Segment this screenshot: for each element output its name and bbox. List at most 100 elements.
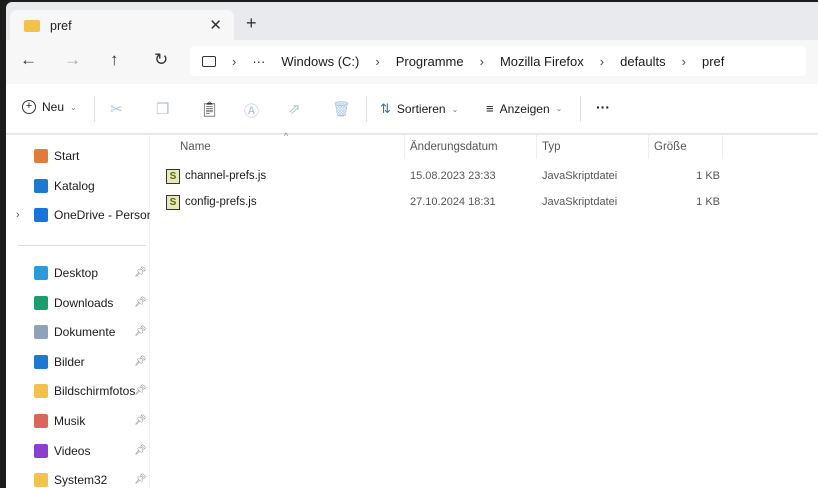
view-button[interactable]: ≡ Anzeigen ⌄ <box>486 101 562 116</box>
pin-icon[interactable]: 📌︎ <box>134 326 147 337</box>
pin-icon[interactable]: 📌︎ <box>134 267 147 278</box>
file-size: 1 KB <box>696 170 720 182</box>
breadcrumb-item[interactable]: Mozilla Firefox <box>500 54 584 69</box>
sidebar-item[interactable]: Desktop <box>34 266 150 280</box>
breadcrumb-item[interactable]: defaults <box>620 54 666 69</box>
chevron-right-icon: › <box>479 53 484 69</box>
folder-icon <box>34 473 48 488</box>
sidebar-item-label: OneDrive - Persona <box>54 208 150 222</box>
rename-icon[interactable]: Ⓐ <box>244 100 259 121</box>
sidebar-item[interactable]: Bildschirmfotos <box>34 384 150 399</box>
video-icon <box>34 443 48 458</box>
pin-icon[interactable]: 📌︎ <box>134 385 147 396</box>
more-options-button[interactable]: ··· <box>596 99 610 115</box>
file-explorer-window: pref ✕ + ← → ↑ ↻ › ··· Windows (C:) › Pr… <box>6 2 818 488</box>
gallery-icon <box>34 178 48 193</box>
share-icon[interactable]: ⇗ <box>288 100 301 118</box>
pin-icon[interactable]: 📌︎ <box>134 445 147 456</box>
chevron-down-icon: ⌄ <box>70 102 77 112</box>
sidebar-item[interactable]: System32 <box>34 473 150 488</box>
address-row: ← → ↑ ↻ › ··· Windows (C:) › Programme ›… <box>6 40 818 84</box>
sidebar-item[interactable]: Start <box>34 149 150 163</box>
sidebar-item[interactable]: Videos <box>34 443 150 458</box>
address-bar[interactable]: › ··· Windows (C:) › Programme › Mozilla… <box>190 46 806 76</box>
breadcrumb-more[interactable]: ··· <box>252 54 265 69</box>
chevron-right-icon: › <box>681 53 686 69</box>
breadcrumb-item[interactable]: Windows (C:) <box>281 54 359 69</box>
sidebar-item[interactable]: Musik <box>34 414 150 428</box>
cut-icon[interactable]: ✂ <box>110 100 123 118</box>
column-header-type[interactable]: Typ <box>542 141 561 153</box>
view-label: Anzeigen <box>499 101 550 116</box>
pin-icon[interactable]: 📌︎ <box>134 356 147 367</box>
download-icon <box>34 295 48 310</box>
sidebar-item-label: Katalog <box>54 178 95 193</box>
desktop-icon <box>34 266 48 280</box>
sidebar-item-label: Bildschirmfotos <box>54 384 136 399</box>
chevron-right-icon: › <box>599 53 605 69</box>
sidebar-item-label: Start <box>54 149 80 163</box>
cloud-icon <box>34 208 48 222</box>
new-tab-button[interactable]: + <box>246 13 257 34</box>
divider <box>18 245 146 246</box>
sidebar-item-label: Musik <box>54 414 86 428</box>
pictures-icon <box>34 354 48 369</box>
back-button[interactable]: ← <box>20 50 37 70</box>
pin-icon[interactable]: 📌︎ <box>134 297 147 308</box>
expand-chevron-icon[interactable]: › <box>16 209 20 221</box>
refresh-button[interactable]: ↻ <box>154 50 168 70</box>
folder-icon <box>34 384 48 399</box>
divider <box>648 135 649 159</box>
tab-title: pref <box>50 19 72 33</box>
forward-button[interactable]: → <box>64 50 81 70</box>
up-button[interactable]: ↑ <box>110 50 119 70</box>
file-list: ^ Name Änderungsdatum Typ Größe Schannel… <box>150 131 818 488</box>
new-button[interactable]: + Neu ⌄ <box>22 100 77 114</box>
file-name: config-prefs.js <box>185 196 257 208</box>
breadcrumb-item[interactable]: Programme <box>396 54 464 69</box>
sidebar-item[interactable]: Downloads <box>34 295 150 310</box>
chevron-right-icon: › <box>232 53 237 69</box>
folder-icon <box>24 20 40 32</box>
sidebar-item[interactable]: Dokumente <box>34 325 150 340</box>
paste-icon[interactable]: 📋︎ <box>200 100 219 118</box>
delete-icon[interactable]: 🗑︎ <box>332 100 351 118</box>
sidebar-item[interactable]: OneDrive - Persona <box>34 208 150 222</box>
column-header-name[interactable]: Name <box>180 141 211 153</box>
column-header-date[interactable]: Änderungsdatum <box>410 141 498 153</box>
command-bar: + Neu ⌄ ✂ ❐ 📋︎ Ⓐ ⇗ 🗑︎ ⇅ Sortieren ⌄ ≡ An… <box>6 84 818 134</box>
file-type: JavaSkriptdatei <box>542 196 618 208</box>
sort-ascending-icon: ^ <box>284 131 289 141</box>
file-date: 27.10.2024 18:31 <box>410 196 496 208</box>
new-label: Neu <box>42 100 65 114</box>
music-icon <box>34 414 48 428</box>
sidebar-item[interactable]: Bilder <box>34 354 150 369</box>
tab-pref[interactable]: pref ✕ <box>10 10 234 42</box>
divider <box>404 135 405 159</box>
close-tab-icon[interactable]: ✕ <box>209 16 222 34</box>
sort-button[interactable]: ⇅ Sortieren ⌄ <box>380 101 458 117</box>
plus-circle-icon: + <box>22 100 36 114</box>
file-row[interactable]: Sconfig-prefs.js 27.10.2024 18:31 JavaSk… <box>166 190 726 214</box>
chevron-down-icon: ⌄ <box>555 104 563 113</box>
pin-icon[interactable]: 📌︎ <box>134 415 147 426</box>
sidebar-item-label: Bilder <box>54 354 85 369</box>
chevron-right-icon: › <box>375 53 380 69</box>
file-row[interactable]: Schannel-prefs.js 15.08.2023 23:33 JavaS… <box>166 164 726 188</box>
divider <box>536 135 537 159</box>
sidebar-item-label: Dokumente <box>54 325 116 340</box>
breadcrumb-item[interactable]: pref <box>702 54 724 69</box>
sidebar-item-label: System32 <box>54 473 108 488</box>
sidebar-item-label: Downloads <box>54 295 114 310</box>
pin-icon[interactable]: 📌︎ <box>134 474 147 485</box>
document-icon <box>34 325 48 340</box>
navigation-pane: Start Katalog › OneDrive - Persona Desktop 📌︎… <box>6 135 150 488</box>
column-header-size[interactable]: Größe <box>654 141 687 153</box>
file-name: channel-prefs.js <box>185 170 267 182</box>
file-size: 1 KB <box>696 196 720 208</box>
copy-icon[interactable]: ❐ <box>156 100 169 118</box>
file-type: JavaSkriptdatei <box>542 170 618 182</box>
sort-icon: ⇅ <box>380 101 391 116</box>
sidebar-item[interactable]: Katalog <box>34 178 150 193</box>
chevron-down-icon: ⌄ <box>451 104 459 114</box>
